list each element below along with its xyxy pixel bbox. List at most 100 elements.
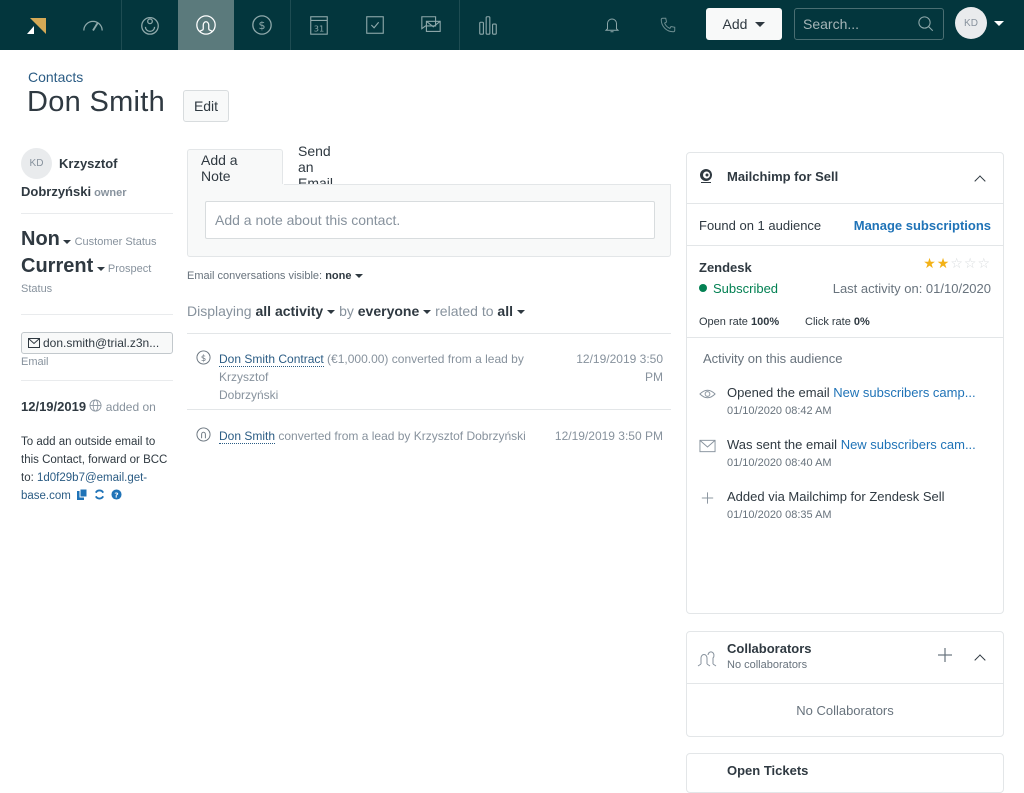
mailchimp-card: Mailchimp for Sell Found on 1 audience M… xyxy=(686,152,1004,614)
chevron-down-icon[interactable] xyxy=(354,274,363,279)
star-filled-icon: ★ xyxy=(923,255,937,271)
plus-icon xyxy=(701,492,714,504)
star-empty-icon: ☆ xyxy=(950,255,964,271)
collapse-chevron-icon[interactable] xyxy=(974,654,986,666)
chevron-down-icon[interactable] xyxy=(327,310,336,315)
add-collaborator-button[interactable] xyxy=(937,647,953,668)
last-activity: Last activity on: 01/10/2020 xyxy=(832,281,991,296)
audience-activity-text: Opened the email New subscribers camp... xyxy=(727,385,976,400)
tab-send-email[interactable]: Send an Email xyxy=(285,143,346,191)
activity-heading: Activity on this audience xyxy=(703,351,843,366)
collapse-chevron-icon[interactable] xyxy=(974,175,986,187)
note-composer: Add a note about this contact. xyxy=(187,184,671,257)
owner-last-name[interactable]: Dobrzyński xyxy=(21,184,91,199)
audience-activity-text: Was sent the email New subscribers cam..… xyxy=(727,437,976,452)
activity-action: Was sent the email xyxy=(727,437,841,452)
filter-prefix: Displaying xyxy=(187,303,252,319)
audience-activity-section: Activity on this audience Opened the ema… xyxy=(687,337,1003,613)
open-tickets-card: Open Tickets xyxy=(686,753,1004,793)
page-title: Don Smith xyxy=(27,86,166,118)
refresh-icon[interactable] xyxy=(94,489,105,500)
bcc-email-cont[interactable]: base.com xyxy=(21,490,71,502)
envelope-icon xyxy=(28,338,40,348)
campaign-link[interactable]: New subscribers camp... xyxy=(833,385,975,400)
prospect-status-label-cont: Status xyxy=(21,283,53,295)
user-menu-chevron-icon[interactable] xyxy=(994,21,1004,26)
edit-button[interactable]: Edit xyxy=(183,90,229,122)
audience-activity-time: 01/10/2020 08:42 AM xyxy=(727,405,832,417)
user-avatar[interactable]: KD xyxy=(955,7,987,39)
note-input[interactable]: Add a note about this contact. xyxy=(205,201,655,239)
nav-reports[interactable] xyxy=(460,0,516,50)
lead-icon xyxy=(141,17,159,35)
svg-text:$: $ xyxy=(259,19,266,32)
bcc-text-to: to: xyxy=(21,472,34,484)
checkbox-icon xyxy=(366,16,384,34)
manage-subscriptions-link[interactable]: Manage subscriptions xyxy=(854,218,991,233)
nav-tasks[interactable] xyxy=(347,0,403,50)
nav-deals[interactable]: $ xyxy=(234,0,290,50)
activity-action: Opened the email xyxy=(727,385,834,400)
chevron-down-icon[interactable] xyxy=(423,310,432,315)
search-icon xyxy=(918,16,934,32)
nav-contacts[interactable] xyxy=(178,0,234,50)
divider xyxy=(187,409,671,410)
speedometer-icon xyxy=(83,20,103,31)
filter-who[interactable]: everyone xyxy=(358,303,419,319)
activity-text: Don Smith Contract (€1,000.00) converted… xyxy=(219,350,559,404)
copy-icon[interactable] xyxy=(77,488,88,500)
add-button-label: Add xyxy=(722,16,748,32)
user-initials: KD xyxy=(964,17,978,29)
tab-add-note[interactable]: Add a Note xyxy=(187,149,283,185)
email-label: Email xyxy=(21,356,49,368)
customer-status-value[interactable]: Non xyxy=(21,228,60,250)
activity-link[interactable]: Don Smith xyxy=(219,429,276,444)
prospect-status-value[interactable]: Current xyxy=(21,255,93,277)
nav-communication[interactable] xyxy=(403,0,459,50)
bcc-text-line: to: 1d0f29b7@email.get- xyxy=(21,469,181,487)
nav-dashboard[interactable] xyxy=(65,0,121,50)
audience-activity-time: 01/10/2020 08:40 AM xyxy=(727,457,832,469)
breadcrumb-contacts[interactable]: Contacts xyxy=(28,69,83,85)
click-rate-value: 0% xyxy=(853,316,870,328)
email-visibility-value[interactable]: none xyxy=(325,270,351,282)
filter-related-value[interactable]: all xyxy=(497,303,513,319)
open-tickets-title: Open Tickets xyxy=(727,763,809,778)
star-filled-icon: ★ xyxy=(936,255,951,271)
star-empty-icon: ☆ xyxy=(977,255,991,271)
customer-status: Non Customer Status xyxy=(21,228,157,251)
nav-calendar[interactable]: 31 xyxy=(291,0,347,50)
collaborators-icon xyxy=(697,651,717,667)
activity-link[interactable]: Don Smith Contract xyxy=(219,352,324,367)
search-input[interactable]: Search... xyxy=(794,8,944,40)
filter-by: by xyxy=(339,303,354,319)
envelope-icon xyxy=(699,439,716,453)
customer-status-chevron-icon[interactable] xyxy=(63,239,72,244)
add-button[interactable]: Add xyxy=(706,8,782,40)
nav-leads[interactable] xyxy=(122,0,178,50)
activity-text: Don Smith converted from a lead by Krzys… xyxy=(219,427,559,445)
campaign-link[interactable]: New subscribers cam... xyxy=(841,437,976,452)
audience-activity-time: 01/10/2020 08:35 AM xyxy=(727,509,832,521)
activity-action: Added via Mailchimp for Zendesk Sell xyxy=(727,489,945,504)
subscription-status: Subscribed xyxy=(699,281,778,296)
bcc-text-line: base.com ? xyxy=(21,487,181,505)
prospect-status-chevron-icon[interactable] xyxy=(96,266,105,271)
help-icon[interactable]: ? xyxy=(111,489,123,500)
audience-activity-text: Added via Mailchimp for Zendesk Sell xyxy=(727,489,945,504)
no-collaborators-text: No Collaborators xyxy=(796,703,894,718)
found-audience-text: Found on 1 audience xyxy=(699,218,822,233)
added-on-row: 12/19/2019 added on xyxy=(21,399,156,414)
email-button[interactable]: don.smith@trial.z3n... xyxy=(21,332,173,354)
email-value: don.smith@trial.z3n... xyxy=(43,336,160,350)
bcc-email[interactable]: 1d0f29b7@email.get- xyxy=(37,472,147,484)
nav-logo[interactable] xyxy=(8,0,64,50)
notifications-button[interactable] xyxy=(584,0,640,50)
owner-first-name[interactable]: Krzysztof xyxy=(59,156,118,171)
click-rate: Click rate 0% xyxy=(805,316,870,328)
phone-button[interactable] xyxy=(640,0,696,50)
chevron-down-icon[interactable] xyxy=(516,310,525,315)
divider xyxy=(21,380,173,381)
filter-activity[interactable]: all activity xyxy=(255,303,323,319)
star-empty-icon: ☆ xyxy=(963,255,978,271)
